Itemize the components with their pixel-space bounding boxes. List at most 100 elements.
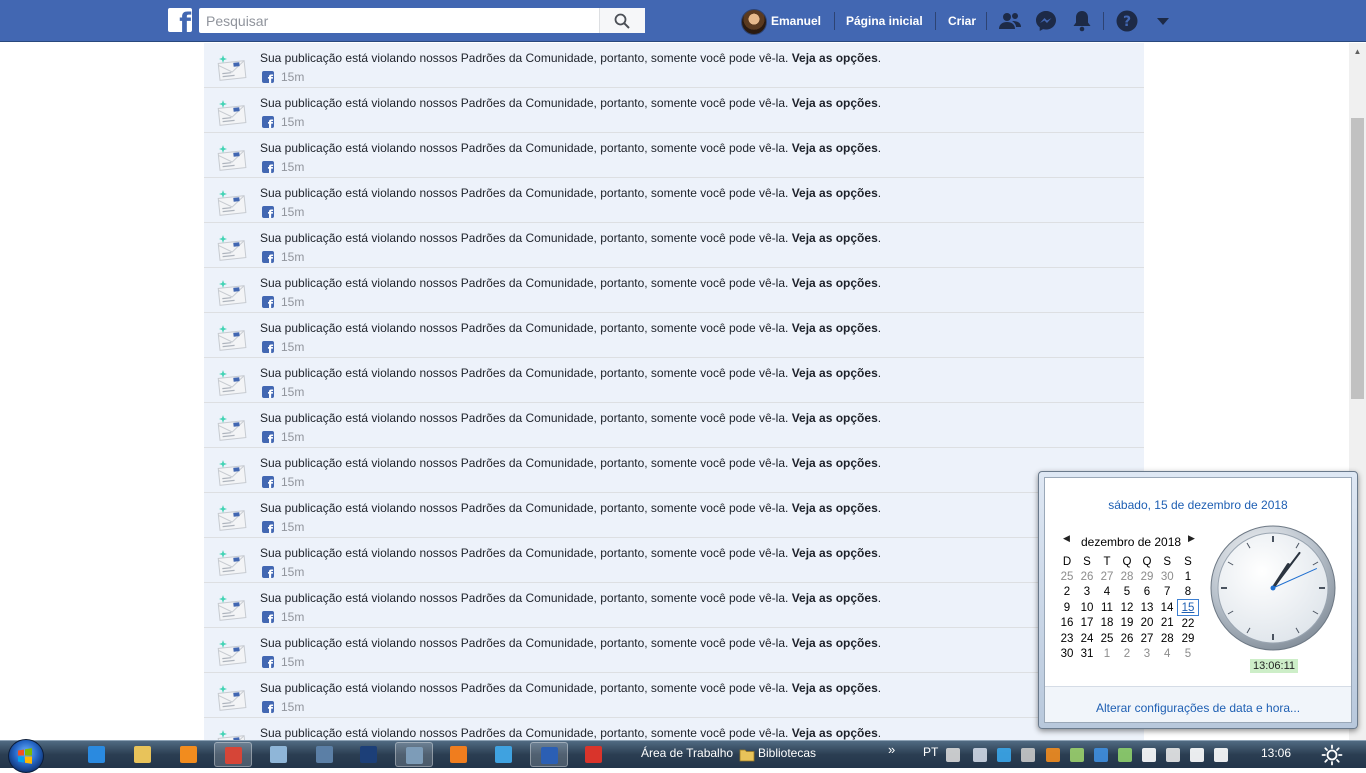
- volume-icon[interactable]: [1214, 748, 1228, 762]
- calendar-day[interactable]: 2: [1117, 646, 1137, 661]
- avast-tray-icon[interactable]: [1046, 748, 1060, 762]
- scroll-up-arrow-icon[interactable]: ▲: [1349, 43, 1366, 60]
- keyboard-icon[interactable]: [946, 748, 960, 762]
- safely-remove-icon[interactable]: [1118, 748, 1132, 762]
- notification-item[interactable]: Sua publicação está violando nossos Padr…: [204, 538, 1144, 583]
- battery-icon[interactable]: [1166, 748, 1180, 762]
- word-taskbar-button[interactable]: [530, 742, 568, 767]
- calendar-day[interactable]: 28: [1157, 631, 1178, 646]
- notification-item[interactable]: Sua publicação está violando nossos Padr…: [204, 43, 1144, 88]
- calendar-day[interactable]: 9: [1057, 600, 1077, 616]
- notifications-bell-icon[interactable]: [1070, 9, 1094, 33]
- calendar-day[interactable]: 10: [1077, 600, 1097, 616]
- calendar-day[interactable]: 6: [1137, 584, 1157, 600]
- calendar-day[interactable]: 14: [1157, 600, 1178, 616]
- calendar-day[interactable]: 25: [1097, 631, 1117, 646]
- notification-item[interactable]: Sua publicação está violando nossos Padr…: [204, 358, 1144, 403]
- webcam-icon[interactable]: [1021, 748, 1035, 762]
- calendar-day[interactable]: 21: [1157, 616, 1178, 632]
- media-player-taskbar-button[interactable]: [170, 742, 208, 767]
- calendar-day[interactable]: 1: [1178, 569, 1199, 584]
- see-options-link[interactable]: Veja as opções: [792, 546, 878, 560]
- calendar-day[interactable]: 23: [1057, 631, 1077, 646]
- avast-taskbar-button[interactable]: [440, 742, 478, 767]
- photoshop-taskbar-button[interactable]: [350, 742, 388, 767]
- see-options-link[interactable]: Veja as opções: [792, 501, 878, 515]
- see-options-link[interactable]: Veja as opções: [792, 141, 878, 155]
- see-options-link[interactable]: Veja as opções: [792, 366, 878, 380]
- see-options-link[interactable]: Veja as opções: [792, 726, 878, 740]
- calendar-day[interactable]: 25: [1057, 569, 1077, 584]
- calendar-day[interactable]: 31: [1077, 646, 1097, 661]
- friend-requests-icon[interactable]: [998, 9, 1022, 33]
- calendar-day[interactable]: 26: [1117, 631, 1137, 646]
- search-button[interactable]: [599, 8, 645, 33]
- notification-item[interactable]: Sua publicação está violando nossos Padr…: [204, 313, 1144, 358]
- flag-action-center-icon[interactable]: [1142, 748, 1156, 762]
- calendar-day[interactable]: 18: [1097, 616, 1117, 632]
- notification-item[interactable]: Sua publicação está violando nossos Padr…: [204, 88, 1144, 133]
- language-indicator[interactable]: PT: [923, 745, 938, 759]
- calendar-day[interactable]: 27: [1137, 631, 1157, 646]
- taskbar-clock[interactable]: 13:06: [1261, 746, 1291, 760]
- calendar-day[interactable]: 22: [1178, 616, 1199, 632]
- chrome-taskbar-button[interactable]: [214, 742, 252, 767]
- see-options-link[interactable]: Veja as opções: [792, 51, 878, 65]
- calendar-day[interactable]: 27: [1097, 569, 1117, 584]
- notification-item[interactable]: Sua publicação está violando nossos Padr…: [204, 133, 1144, 178]
- windows-explorer-taskbar-button[interactable]: [124, 742, 162, 767]
- see-options-link[interactable]: Veja as opções: [792, 321, 878, 335]
- notification-item[interactable]: Sua publicação está violando nossos Padr…: [204, 628, 1144, 673]
- calendar-day[interactable]: 29: [1178, 631, 1199, 646]
- see-options-link[interactable]: Veja as opções: [792, 456, 878, 470]
- camera-icon[interactable]: [973, 748, 987, 762]
- see-options-link[interactable]: Veja as opções: [792, 186, 878, 200]
- snipping-tool-taskbar-button[interactable]: [395, 742, 433, 767]
- notification-item[interactable]: Sua publicação está violando nossos Padr…: [204, 718, 1144, 740]
- notification-item[interactable]: Sua publicação está violando nossos Padr…: [204, 178, 1144, 223]
- internet-explorer-taskbar-button[interactable]: [78, 742, 116, 767]
- calendar-day[interactable]: 11: [1097, 600, 1117, 616]
- calendar-day[interactable]: 30: [1157, 569, 1178, 584]
- calendar-day[interactable]: 19: [1117, 616, 1137, 632]
- brightness-icon[interactable]: [1321, 744, 1343, 766]
- create-link[interactable]: Criar: [948, 0, 976, 42]
- notification-item[interactable]: Sua publicação está violando nossos Padr…: [204, 223, 1144, 268]
- bluetooth-icon[interactable]: [1094, 748, 1108, 762]
- notification-item[interactable]: Sua publicação está violando nossos Padr…: [204, 493, 1144, 538]
- calendar-day[interactable]: 8: [1178, 584, 1199, 600]
- calendar-day[interactable]: 2: [1057, 584, 1077, 600]
- calendar-day[interactable]: 7: [1157, 584, 1178, 600]
- calendar-day[interactable]: 4: [1097, 584, 1117, 600]
- notification-item[interactable]: Sua publicação está violando nossos Padr…: [204, 403, 1144, 448]
- facebook-logo-icon[interactable]: f: [168, 8, 192, 32]
- calendar-day[interactable]: 13: [1137, 600, 1157, 616]
- chevron-right-icon[interactable]: ▶: [1188, 533, 1195, 544]
- scrollbar-thumb[interactable]: [1351, 118, 1364, 399]
- libraries-toolbar-label[interactable]: Bibliotecas: [758, 746, 816, 760]
- chevron-double-right-icon[interactable]: »: [888, 742, 895, 757]
- calendar-today[interactable]: 15: [1177, 599, 1199, 616]
- dropdown-caret-icon[interactable]: [1151, 9, 1175, 33]
- help-icon[interactable]: ?: [1115, 9, 1139, 33]
- profile-link[interactable]: Emanuel: [771, 0, 821, 42]
- calendar-day[interactable]: 16: [1057, 616, 1077, 632]
- home-link[interactable]: Página inicial: [846, 0, 923, 42]
- month-title[interactable]: dezembro de 2018: [1081, 535, 1181, 549]
- notification-item[interactable]: Sua publicação está violando nossos Padr…: [204, 673, 1144, 718]
- calendar-day[interactable]: 20: [1137, 616, 1157, 632]
- notification-item[interactable]: Sua publicação está violando nossos Padr…: [204, 583, 1144, 628]
- change-date-time-settings-link[interactable]: Alterar configurações de data e hora...: [1045, 701, 1351, 715]
- calendar-day[interactable]: 28: [1117, 569, 1137, 584]
- calendar-day[interactable]: 24: [1077, 631, 1097, 646]
- calendar-day[interactable]: 5: [1178, 646, 1199, 661]
- calendar-day[interactable]: 5: [1117, 584, 1137, 600]
- see-options-link[interactable]: Veja as opções: [792, 231, 878, 245]
- see-options-link[interactable]: Veja as opções: [792, 681, 878, 695]
- notification-item[interactable]: Sua publicação está violando nossos Padr…: [204, 268, 1144, 313]
- calendar-day[interactable]: 26: [1077, 569, 1097, 584]
- signal-icon[interactable]: [1190, 748, 1204, 762]
- globe-app-taskbar-button[interactable]: [485, 742, 523, 767]
- long-date-link[interactable]: sábado, 15 de dezembro de 2018: [1045, 498, 1351, 512]
- messenger-icon[interactable]: [1034, 9, 1058, 33]
